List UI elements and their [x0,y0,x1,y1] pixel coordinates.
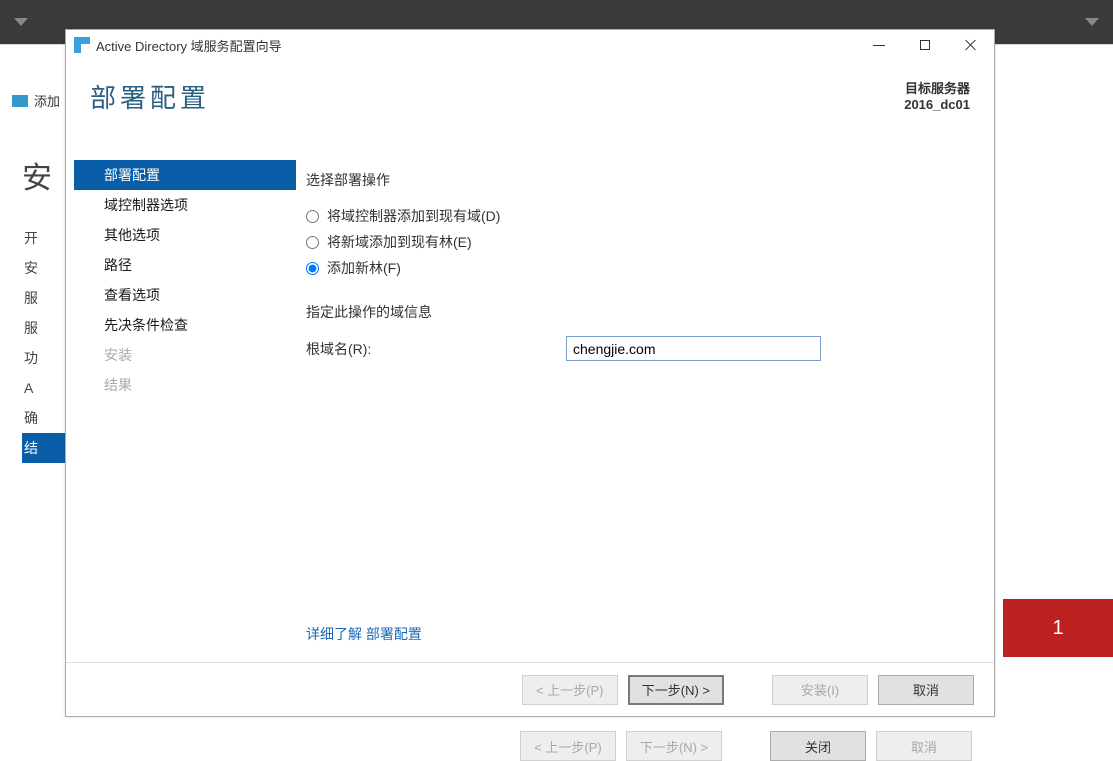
menu-dropdown-right-icon[interactable] [1085,18,1099,26]
select-operation-label: 选择部署操作 [306,170,970,190]
dialog-titlebar: Active Directory 域服务配置向导 [66,30,994,60]
close-button[interactable] [948,30,994,60]
parent-prev-button: < 上一步(P) [520,731,616,761]
parent-sidebar-item[interactable]: A [22,373,66,403]
nav-additional-options[interactable]: 其他选项 [74,220,296,250]
radio-label: 将域控制器添加到现有域(D) [327,206,500,226]
radio-label: 添加新林(F) [327,258,401,278]
radio-add-dc-existing-domain[interactable]: 将域控制器添加到现有域(D) [306,204,970,228]
parent-close-button[interactable]: 关闭 [770,731,866,761]
parent-next-button: 下一步(N) > [626,731,722,761]
breadcrumb-text: 添加 [34,91,60,110]
target-server-label: 目标服务器 [904,78,970,97]
breadcrumb: 添加 [12,91,60,110]
notification-badge[interactable]: 1 [1003,599,1113,657]
parent-cancel-button: 取消 [876,731,972,761]
nav-paths[interactable]: 路径 [74,250,296,280]
install-button: 安装(I) [772,675,868,705]
radio-label: 将新域添加到现有林(E) [327,232,472,252]
parent-sidebar-item[interactable]: 功 [22,343,66,373]
page-title: 部署配置 [90,78,210,148]
flag-icon [12,95,28,107]
nav-dc-options[interactable]: 域控制器选项 [74,190,296,220]
dialog-header: 部署配置 目标服务器 2016_dc01 [66,60,994,148]
nav-deployment-config[interactable]: 部署配置 [74,160,296,190]
wizard-nav: 部署配置 域控制器选项 其他选项 路径 查看选项 先决条件检查 安装 结果 [66,148,296,662]
parent-sidebar: 开 安 服 服 功 A 确 结 [22,223,66,463]
parent-sidebar-item[interactable]: 确 [22,403,66,433]
root-domain-row: 根域名(R): [306,336,970,361]
nav-install: 安装 [74,340,296,370]
learn-more-link[interactable]: 详细了解 部署配置 [306,624,422,644]
nav-review-options[interactable]: 查看选项 [74,280,296,310]
radio-input[interactable] [306,262,319,275]
nav-prereq-check[interactable]: 先决条件检查 [74,310,296,340]
minimize-button[interactable] [856,30,902,60]
radio-add-domain-existing-forest[interactable]: 将新域添加到现有林(E) [306,230,970,254]
parent-sidebar-item[interactable]: 服 [22,313,66,343]
next-button[interactable]: 下一步(N) > [628,675,724,705]
parent-sidebar-item[interactable]: 结 [22,433,66,463]
radio-input[interactable] [306,236,319,249]
parent-sidebar-item[interactable]: 安 [22,253,66,283]
dialog-content: 选择部署操作 将域控制器添加到现有域(D) 将新域添加到现有林(E) 添加新林(… [296,148,994,662]
parent-footer-buttons: < 上一步(P) 下一步(N) > 关闭 取消 [520,731,972,761]
maximize-button[interactable] [902,30,948,60]
dialog-title: Active Directory 域服务配置向导 [96,36,282,55]
parent-sidebar-item[interactable]: 开 [22,223,66,253]
radio-add-new-forest[interactable]: 添加新林(F) [306,256,970,280]
parent-sidebar-item[interactable]: 服 [22,283,66,313]
root-domain-label: 根域名(R): [306,339,566,359]
dialog-body: 部署配置 域控制器选项 其他选项 路径 查看选项 先决条件检查 安装 结果 选择… [66,148,994,662]
nav-results: 结果 [74,370,296,400]
ad-ds-config-wizard-dialog: Active Directory 域服务配置向导 部署配置 目标服务器 2016… [65,29,995,717]
target-server-name: 2016_dc01 [904,97,970,112]
root-domain-input[interactable] [566,336,821,361]
menu-dropdown-left-icon[interactable] [14,18,28,26]
dialog-footer: < 上一步(P) 下一步(N) > 安装(I) 取消 [66,662,994,716]
target-server-block: 目标服务器 2016_dc01 [904,78,970,148]
cancel-button[interactable]: 取消 [878,675,974,705]
adds-icon [74,37,90,53]
parent-page-title: 安 [22,153,54,197]
radio-input[interactable] [306,210,319,223]
prev-button: < 上一步(P) [522,675,618,705]
domain-info-label: 指定此操作的域信息 [306,302,970,322]
